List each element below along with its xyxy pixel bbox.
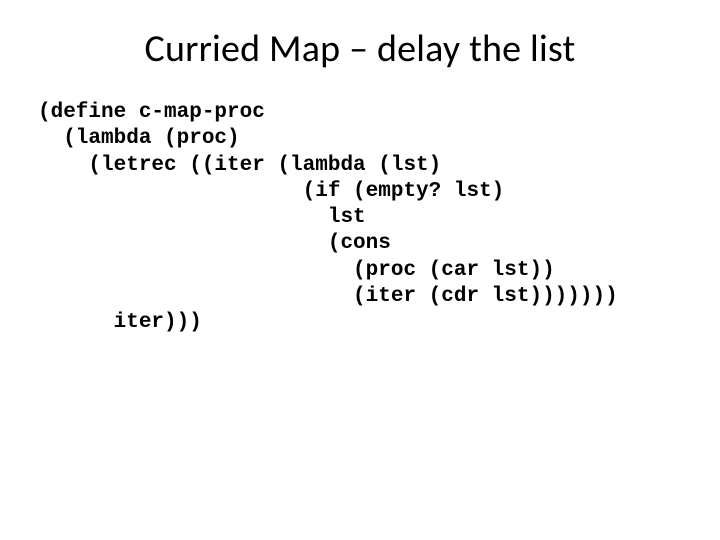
slide-title: Curried Map – delay the list: [0, 0, 720, 82]
code-block: (define c-map-proc (lambda (proc) (letre…: [0, 82, 720, 336]
slide: Curried Map – delay the list (define c-m…: [0, 0, 720, 540]
